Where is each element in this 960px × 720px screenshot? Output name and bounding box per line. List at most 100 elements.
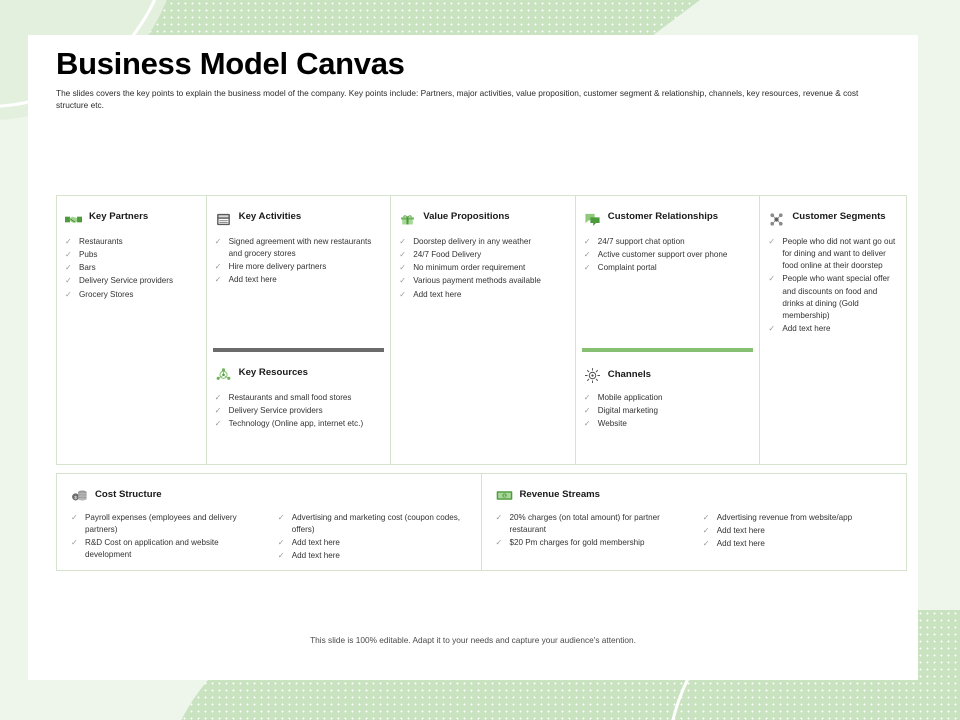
list-item: ✓ Complaint portal bbox=[583, 263, 657, 273]
block-key-activities-title: Key Activities bbox=[238, 211, 302, 222]
check-icon: ✓ bbox=[583, 250, 591, 260]
check-icon: ✓ bbox=[71, 513, 78, 522]
check-icon: ✓ bbox=[65, 276, 72, 286]
block-key-activities-list: ✓ Signed agreement with new restaurants a… bbox=[215, 236, 381, 287]
list-item: ✓ No minimum order requirement bbox=[399, 263, 526, 273]
block-cost-structure-title: Cost Structure bbox=[95, 489, 162, 500]
list-item: ✓ Payroll expenses (employees and deliver… bbox=[71, 513, 237, 535]
list-item: ✓ Add text here bbox=[702, 526, 765, 536]
block-revenue-streams-header: $ Revenue Streams bbox=[496, 486, 897, 504]
check-icon: ✓ bbox=[583, 393, 591, 402]
check-icon: ✓ bbox=[495, 538, 503, 548]
check-icon: ✓ bbox=[214, 237, 222, 246]
list-item: ✓ Delivery Service providers bbox=[214, 406, 323, 416]
check-icon: ✓ bbox=[65, 263, 72, 273]
check-icon: ✓ bbox=[65, 250, 72, 260]
block-customer-relationships[interactable]: Customer Relationships ✓ 24/7 support cha… bbox=[576, 196, 760, 348]
block-channels-header: Channels bbox=[584, 366, 750, 384]
list-item: ✓ Pubs bbox=[65, 250, 98, 260]
block-revenue-streams-title: Revenue Streams bbox=[519, 489, 601, 500]
canvas-column-customer-segments: Customer Segments ✓ People who did not wa… bbox=[760, 196, 906, 464]
block-value-propositions-header: Value Propositions bbox=[399, 210, 565, 228]
block-customer-segments[interactable]: Customer Segments ✓ People who did not wa… bbox=[760, 196, 906, 342]
check-icon: ✓ bbox=[702, 513, 710, 522]
list-item: ✓ R&D Cost on application and website dev… bbox=[71, 538, 219, 560]
check-icon: ✓ bbox=[768, 274, 776, 284]
page-subtitle: The slides covers the key points to expl… bbox=[56, 88, 859, 111]
block-revenue-streams-list-left: ✓ 20% charges (on total amount) for partn… bbox=[496, 512, 689, 551]
block-value-propositions[interactable]: Value Propositions ✓ Doorstep delivery in… bbox=[391, 196, 575, 308]
money-bill-icon: $ bbox=[496, 487, 513, 504]
block-channels-title: Channels bbox=[607, 369, 651, 380]
check-icon: ✓ bbox=[702, 526, 710, 536]
slide-footer-note: This slide is 100% editable. Adapt it to… bbox=[310, 635, 636, 645]
block-key-resources[interactable]: Key Resources ✓ Restaurants and small foo… bbox=[207, 352, 391, 464]
svg-text:$: $ bbox=[503, 494, 505, 498]
list-item: ✓ Doorstep delivery in any weather bbox=[399, 237, 532, 246]
list-item: ✓ 20% charges (on total amount) for partn… bbox=[495, 513, 660, 535]
check-icon: ✓ bbox=[65, 237, 72, 246]
block-customer-segments-header: Customer Segments bbox=[768, 210, 896, 228]
list-item: ✓ Advertising and marketing cost (coupon … bbox=[277, 513, 461, 535]
block-key-partners-header: Key Partners bbox=[65, 210, 196, 228]
block-customer-relationships-title: Customer Relationships bbox=[607, 211, 719, 222]
check-icon: ✓ bbox=[214, 275, 222, 285]
block-key-resources-header: Key Resources bbox=[215, 366, 381, 384]
check-icon: ✓ bbox=[277, 538, 285, 548]
check-icon: ✓ bbox=[399, 237, 406, 246]
list-item: ✓ Add text here bbox=[399, 289, 462, 299]
block-key-resources-list: ✓ Restaurants and small food stores ✓ Deli… bbox=[215, 392, 381, 430]
list-item: ✓ Add text here bbox=[702, 539, 765, 549]
list-item: ✓ $20 Pm charges for gold membership bbox=[495, 538, 645, 548]
check-icon: ✓ bbox=[583, 419, 591, 429]
block-value-propositions-title: Value Propositions bbox=[423, 211, 510, 222]
svg-text:$: $ bbox=[74, 495, 77, 501]
people-group-icon bbox=[768, 211, 785, 228]
check-icon: ✓ bbox=[65, 289, 72, 299]
block-key-partners[interactable]: Key Partners ✓ Restaurants ✓ Pubs ✓ Bars ✓ D… bbox=[57, 196, 206, 308]
calendar-icon bbox=[215, 211, 232, 228]
block-key-activities[interactable]: Key Activities ✓ Signed agreement with ne… bbox=[207, 196, 391, 348]
list-item: ✓ Bars bbox=[65, 263, 96, 273]
list-item: ✓ Active customer support over phone bbox=[583, 250, 728, 260]
check-icon: ✓ bbox=[399, 250, 406, 260]
check-icon: ✓ bbox=[214, 406, 222, 416]
list-item: ✓ Add text here bbox=[277, 551, 340, 561]
content-card: Business Model Canvas The slides covers … bbox=[28, 35, 918, 680]
page-title: Business Model Canvas bbox=[56, 46, 405, 81]
list-item: ✓ People who did not want go out for dini… bbox=[768, 237, 896, 271]
list-item: ✓ Mobile application bbox=[583, 393, 663, 402]
block-cost-structure-columns: ✓ Payroll expenses (employees and deliver… bbox=[71, 512, 471, 564]
check-icon: ✓ bbox=[583, 263, 591, 273]
block-customer-relationships-list: ✓ 24/7 support chat option ✓ Active custom… bbox=[584, 236, 750, 274]
check-icon: ✓ bbox=[399, 263, 406, 273]
block-value-propositions-list: ✓ Doorstep delivery in any weather ✓ 24/7 … bbox=[399, 236, 565, 301]
block-cost-structure-list-left: ✓ Payroll expenses (employees and deliver… bbox=[71, 512, 264, 564]
coins-stack-icon: $ bbox=[71, 487, 88, 504]
list-item: ✓ Digital marketing bbox=[583, 406, 659, 416]
check-icon: ✓ bbox=[583, 237, 591, 246]
list-item: ✓ Hire more delivery partners bbox=[214, 262, 327, 272]
list-item: ✓ Add text here bbox=[277, 538, 340, 548]
list-item: ✓ Delivery Service providers bbox=[65, 276, 174, 286]
block-revenue-streams-list-right: ✓ Advertising revenue from website/app ✓ A… bbox=[703, 512, 896, 551]
check-icon: ✓ bbox=[702, 539, 710, 549]
gift-box-icon bbox=[399, 211, 416, 228]
list-item: ✓ Various payment methods available bbox=[399, 276, 541, 286]
check-icon: ✓ bbox=[214, 262, 222, 272]
canvas-column-value-propositions: Value Propositions ✓ Doorstep delivery in… bbox=[391, 196, 576, 464]
list-item: ✓ People who want special offer and disco… bbox=[768, 274, 890, 320]
chat-bubbles-icon bbox=[584, 211, 601, 228]
block-customer-segments-title: Customer Segments bbox=[792, 211, 886, 222]
block-customer-relationships-header: Customer Relationships bbox=[584, 210, 750, 228]
block-cost-structure[interactable]: $ Cost Structure ✓ Payroll expenses (emp… bbox=[57, 474, 482, 570]
block-channels[interactable]: Channels ✓ Mobile application ✓ Digital ma… bbox=[576, 352, 760, 464]
list-item: ✓ Website bbox=[583, 419, 627, 429]
check-icon: ✓ bbox=[583, 406, 591, 416]
block-revenue-streams[interactable]: $ Revenue Streams ✓ 20% charges (on total… bbox=[482, 474, 907, 570]
canvas-bottom-row: $ Cost Structure ✓ Payroll expenses (emp… bbox=[56, 473, 907, 571]
list-item: ✓ Technology (Online app, internet etc.) bbox=[214, 419, 364, 429]
list-item: ✓ Add text here bbox=[214, 275, 277, 285]
check-icon: ✓ bbox=[277, 551, 285, 561]
hub-burst-icon bbox=[584, 367, 601, 384]
